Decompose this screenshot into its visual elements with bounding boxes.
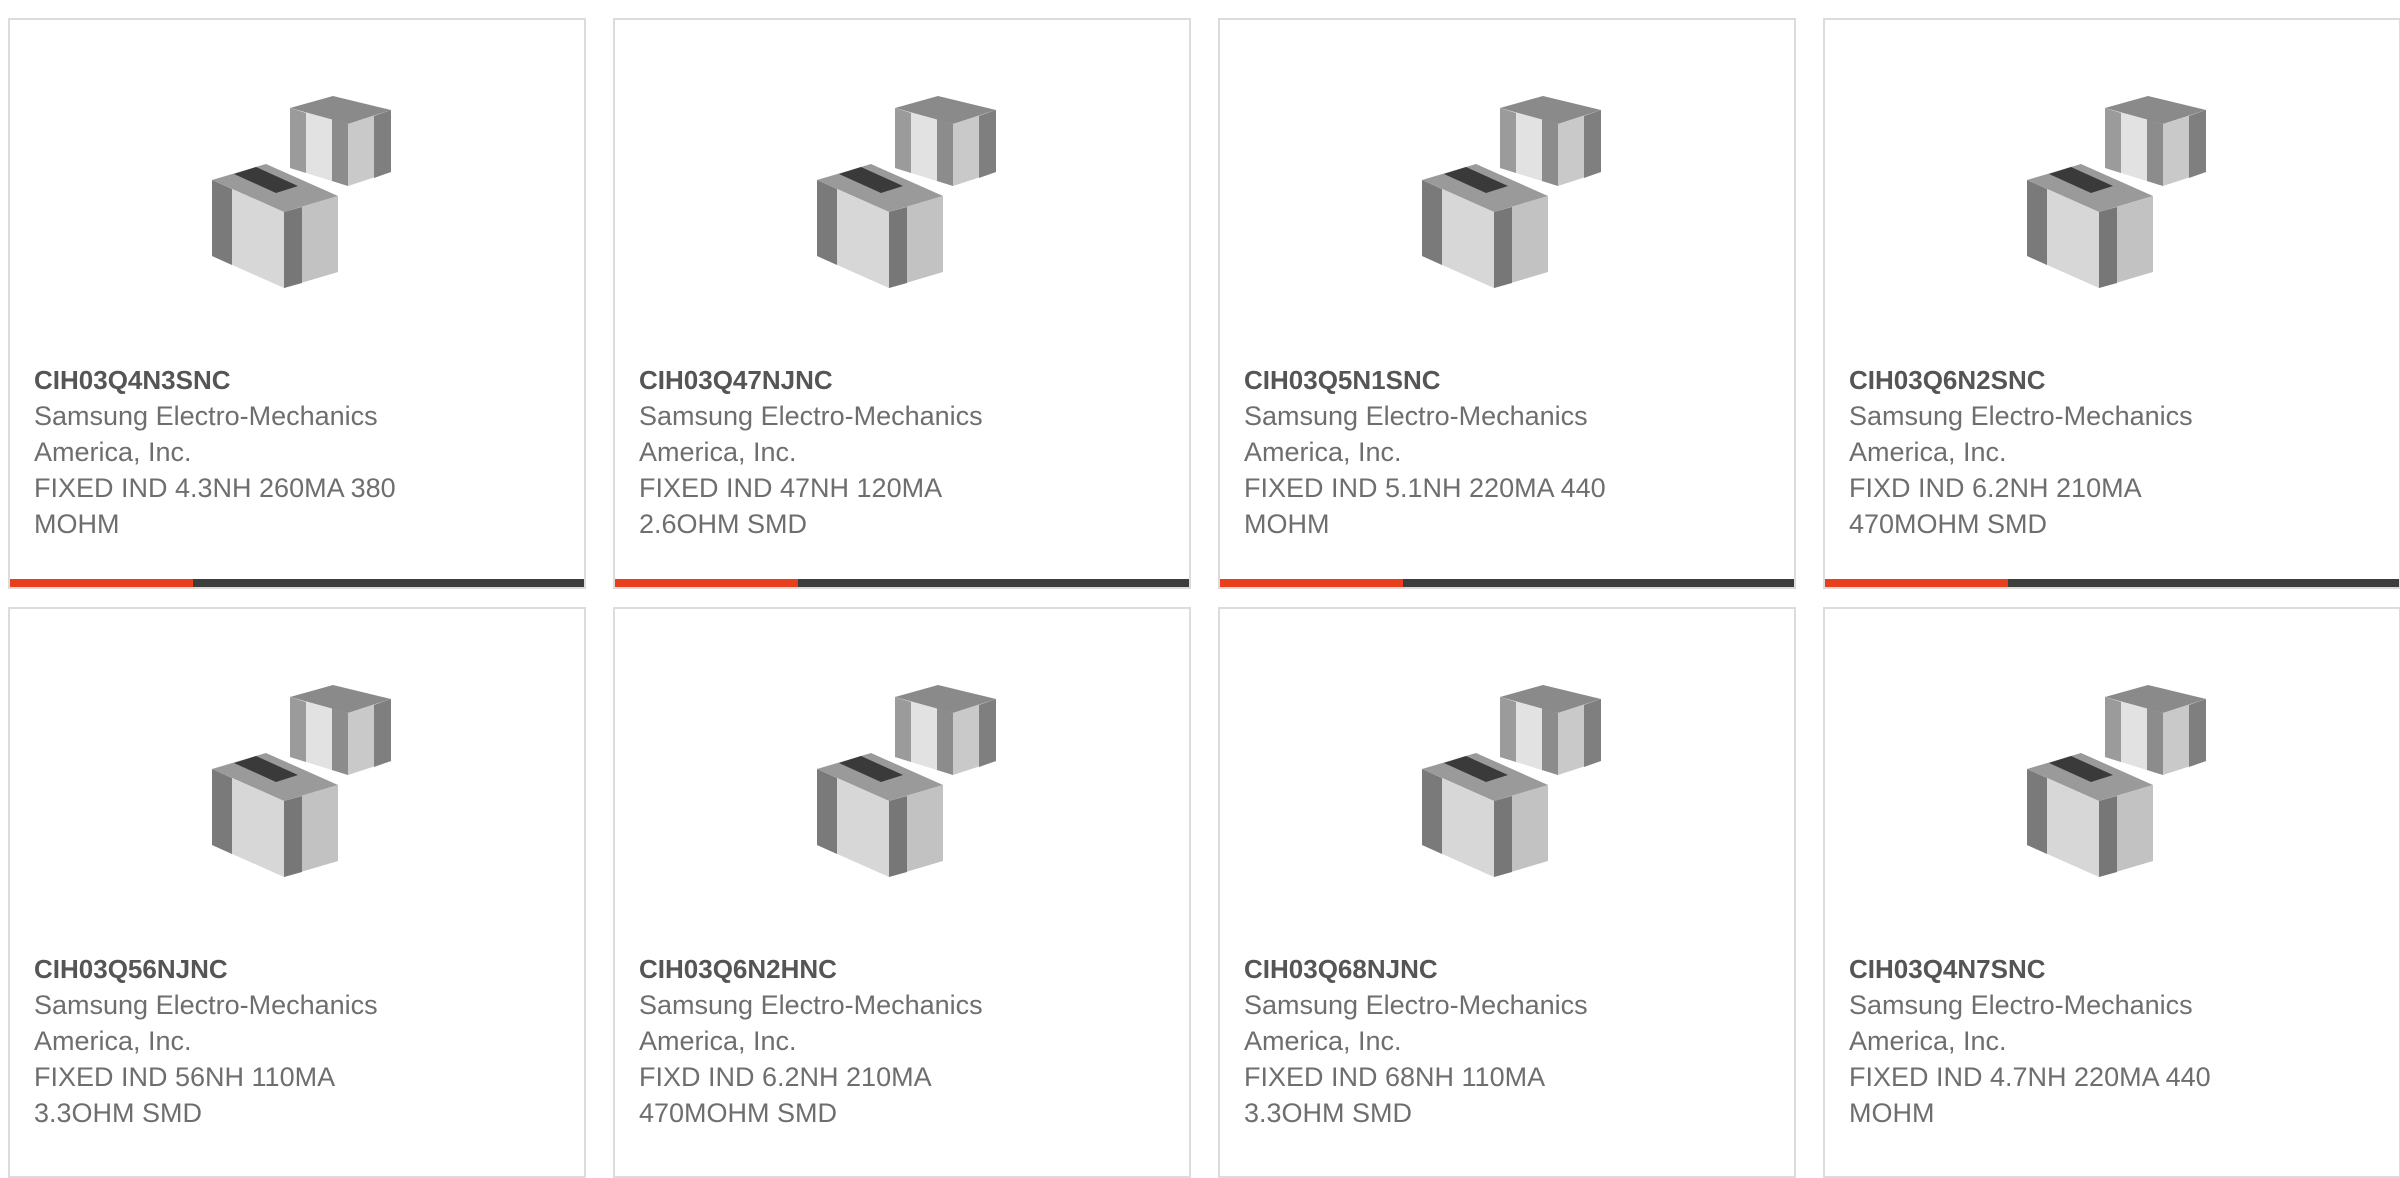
card-hover-bar (1220, 579, 1794, 587)
smd-inductor-chip-image (817, 96, 996, 288)
product-info: CIH03Q56NJNC Samsung Electro-Mechanics A… (34, 951, 434, 1131)
manufacturer-name: Samsung Electro-Mechanics America, Inc. (1849, 401, 2193, 467)
card-hover-bar (1825, 579, 2399, 587)
product-info: CIH03Q6N2SNC Samsung Electro-Mechanics A… (1849, 362, 2249, 542)
part-number-link[interactable]: CIH03Q6N2SNC (1849, 362, 2249, 398)
card-accent-bar (615, 579, 798, 587)
part-number-link[interactable]: CIH03Q4N7SNC (1849, 951, 2249, 987)
smd-inductor-chip-image (1422, 96, 1601, 288)
product-info: CIH03Q6N2HNC Samsung Electro-Mechanics A… (639, 951, 1039, 1131)
manufacturer-name: Samsung Electro-Mechanics America, Inc. (1244, 401, 1588, 467)
smd-inductor-chip-image (2027, 96, 2206, 288)
smd-inductor-chip-image (817, 685, 996, 877)
manufacturer-name: Samsung Electro-Mechanics America, Inc. (1849, 990, 2193, 1056)
product-image[interactable] (198, 88, 408, 298)
product-info: CIH03Q4N3SNC Samsung Electro-Mechanics A… (34, 362, 434, 542)
product-image[interactable] (1408, 88, 1618, 298)
product-info: CIH03Q5N1SNC Samsung Electro-Mechanics A… (1244, 362, 1644, 542)
product-grid: CIH03Q4N3SNC Samsung Electro-Mechanics A… (8, 18, 2400, 1178)
product-card[interactable]: CIH03Q4N3SNC Samsung Electro-Mechanics A… (8, 18, 586, 589)
product-card[interactable]: CIH03Q47NJNC Samsung Electro-Mechanics A… (613, 18, 1191, 589)
card-hover-bar (615, 579, 1189, 587)
part-number-link[interactable]: CIH03Q68NJNC (1244, 951, 1644, 987)
product-card[interactable]: CIH03Q56NJNC Samsung Electro-Mechanics A… (8, 607, 586, 1178)
product-description: FIXED IND 68NH 110MA 3.3OHM SMD (1244, 1062, 1544, 1128)
product-card[interactable]: CIH03Q68NJNC Samsung Electro-Mechanics A… (1218, 607, 1796, 1178)
product-description: FIXED IND 4.3NH 260MA 380 MOHM (34, 473, 396, 539)
product-description: FIXED IND 56NH 110MA 3.3OHM SMD (34, 1062, 334, 1128)
manufacturer-name: Samsung Electro-Mechanics America, Inc. (1244, 990, 1588, 1056)
manufacturer-name: Samsung Electro-Mechanics America, Inc. (639, 990, 983, 1056)
product-card[interactable]: CIH03Q5N1SNC Samsung Electro-Mechanics A… (1218, 18, 1796, 589)
part-number-link[interactable]: CIH03Q5N1SNC (1244, 362, 1644, 398)
part-number-link[interactable]: CIH03Q56NJNC (34, 951, 434, 987)
product-image[interactable] (803, 677, 1013, 887)
manufacturer-name: Samsung Electro-Mechanics America, Inc. (34, 401, 378, 467)
card-accent-bar (1220, 579, 1403, 587)
part-number-link[interactable]: CIH03Q47NJNC (639, 362, 1039, 398)
part-number-link[interactable]: CIH03Q6N2HNC (639, 951, 1039, 987)
card-hover-bar (10, 579, 584, 587)
part-number-link[interactable]: CIH03Q4N3SNC (34, 362, 434, 398)
manufacturer-name: Samsung Electro-Mechanics America, Inc. (34, 990, 378, 1056)
card-accent-bar (1825, 579, 2008, 587)
card-accent-bar (10, 579, 193, 587)
product-info: CIH03Q68NJNC Samsung Electro-Mechanics A… (1244, 951, 1644, 1131)
product-card[interactable]: CIH03Q6N2SNC Samsung Electro-Mechanics A… (1823, 18, 2400, 589)
smd-inductor-chip-image (212, 96, 391, 288)
smd-inductor-chip-image (1422, 685, 1601, 877)
product-image[interactable] (2013, 88, 2223, 298)
product-image[interactable] (2013, 677, 2223, 887)
product-info: CIH03Q4N7SNC Samsung Electro-Mechanics A… (1849, 951, 2249, 1131)
product-description: FIXED IND 47NH 120MA 2.6OHM SMD (639, 473, 941, 539)
smd-inductor-chip-image (212, 685, 391, 877)
smd-inductor-chip-image (2027, 685, 2206, 877)
product-card[interactable]: CIH03Q6N2HNC Samsung Electro-Mechanics A… (613, 607, 1191, 1178)
product-image[interactable] (198, 677, 408, 887)
product-description: FIXD IND 6.2NH 210MA 470MOHM SMD (1849, 473, 2141, 539)
product-card[interactable]: CIH03Q4N7SNC Samsung Electro-Mechanics A… (1823, 607, 2400, 1178)
product-description: FIXD IND 6.2NH 210MA 470MOHM SMD (639, 1062, 931, 1128)
product-image[interactable] (803, 88, 1013, 298)
product-image[interactable] (1408, 677, 1618, 887)
product-description: FIXED IND 4.7NH 220MA 440 MOHM (1849, 1062, 2211, 1128)
product-description: FIXED IND 5.1NH 220MA 440 MOHM (1244, 473, 1606, 539)
product-info: CIH03Q47NJNC Samsung Electro-Mechanics A… (639, 362, 1039, 542)
manufacturer-name: Samsung Electro-Mechanics America, Inc. (639, 401, 983, 467)
